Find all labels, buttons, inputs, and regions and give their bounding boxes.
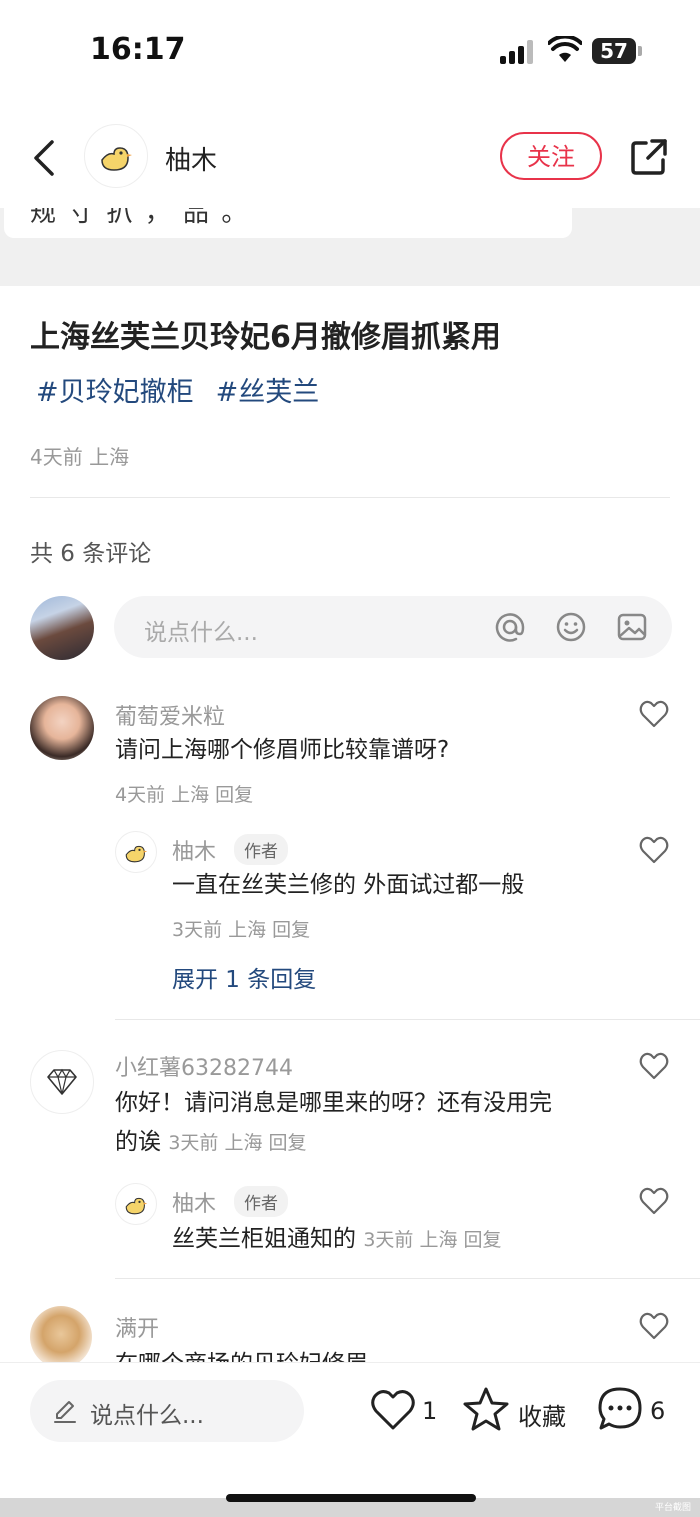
tag-link[interactable]: #丝芙兰 <box>216 377 320 408</box>
post-tags: #贝玲妃撤柜 #丝芙兰 <box>36 370 341 409</box>
author-avatar[interactable] <box>84 124 148 188</box>
reply-meta[interactable]: 3天前 上海 回复 <box>363 1229 501 1251</box>
post-meta: 4天前 上海 <box>30 445 130 469</box>
tag-link[interactable]: #贝玲妃撤柜 <box>36 377 194 408</box>
comment-text-end: 的诶 <box>115 1129 161 1155</box>
follow-button[interactable]: 关注 <box>500 132 602 180</box>
author-badge: 作者 <box>234 834 288 865</box>
commenter-avatar[interactable] <box>30 1050 94 1114</box>
my-avatar <box>30 596 94 660</box>
reply-text: 一直在丝芙兰修的 外面试过都一般 <box>172 872 525 898</box>
battery-icon: 57 <box>592 38 636 64</box>
duck-icon <box>125 845 148 863</box>
reply-author-avatar[interactable] <box>115 1183 157 1225</box>
mention-icon[interactable] <box>494 611 526 643</box>
star-icon[interactable] <box>462 1386 510 1432</box>
like-icon[interactable] <box>639 1052 669 1080</box>
comment-total[interactable]: 6 <box>650 1397 665 1425</box>
like-icon[interactable] <box>639 700 669 728</box>
comment-input-placeholder: 说点什么... <box>144 620 258 646</box>
status-time: 16:17 <box>90 32 186 67</box>
reply-text-line: 丝芙兰柜姐通知的 3天前 上海 回复 <box>172 1220 501 1259</box>
reply-text: 丝芙兰柜姐通知的 <box>172 1226 356 1252</box>
like-count[interactable]: 1 <box>422 1397 437 1425</box>
commenter-name[interactable]: 满开 <box>115 1311 159 1343</box>
home-indicator <box>226 1494 476 1502</box>
comment-meta[interactable]: 4天前 上海 回复 <box>115 780 253 807</box>
comment-count: 共 6 条评论 <box>30 541 152 567</box>
reply-author-avatar[interactable] <box>115 831 157 873</box>
back-icon[interactable] <box>28 138 64 178</box>
reply-author-name[interactable]: 柚木 <box>172 834 216 866</box>
watermark: 平台截图 <box>655 1503 692 1513</box>
like-icon[interactable] <box>639 1312 669 1340</box>
bottom-input-placeholder: 说点什么... <box>90 1403 204 1429</box>
duck-icon <box>125 1197 148 1215</box>
commenter-name[interactable]: 小红薯63282744 <box>115 1050 293 1082</box>
commenter-name[interactable]: 葡萄爱米粒 <box>115 699 225 731</box>
duck-icon <box>101 147 132 171</box>
post-title: 上海丝芙兰贝玲妃6月撤修眉抓紧用 <box>30 320 501 355</box>
author-name[interactable]: 柚木 <box>165 140 217 177</box>
bottom-comment-input[interactable]: 说点什么... <box>30 1380 304 1442</box>
commenter-avatar[interactable] <box>30 696 94 760</box>
comment-text: 你好！请问消息是哪里来的呀？还有没用完 <box>115 1090 552 1116</box>
commenter-avatar[interactable] <box>30 1306 92 1368</box>
like-icon[interactable] <box>639 1187 669 1215</box>
card-remnant-text: 规 寸 扒 ， 品 。 <box>30 208 250 228</box>
reply-author-name[interactable]: 柚木 <box>172 1186 216 1218</box>
battery-tip <box>638 46 642 56</box>
expand-replies-link[interactable]: 展开 1 条回复 <box>172 960 316 994</box>
comment-meta[interactable]: 3天前 上海 回复 <box>168 1132 306 1154</box>
like-post-icon[interactable] <box>370 1388 416 1432</box>
divider <box>115 1019 700 1020</box>
like-icon[interactable] <box>639 836 669 864</box>
image-card-remnant: 规 寸 扒 ， 品 。 <box>4 208 572 238</box>
pencil-icon <box>54 1401 76 1423</box>
comment-text-line2: 的诶 3天前 上海 回复 <box>115 1123 306 1162</box>
comment-text: 请问上海哪个修眉师比较靠谱呀? <box>115 737 450 763</box>
image-icon[interactable] <box>616 611 648 643</box>
wifi-icon <box>548 36 582 62</box>
diamond-icon <box>47 1068 77 1095</box>
collect-label[interactable]: 收藏 <box>518 1397 566 1432</box>
comment-input[interactable]: 说点什么... <box>114 596 672 658</box>
author-badge: 作者 <box>234 1186 288 1217</box>
divider <box>115 1278 700 1279</box>
cellular-signal-icon <box>500 40 538 64</box>
divider <box>30 497 670 498</box>
emoji-icon[interactable] <box>555 611 587 643</box>
comment-bubble-icon[interactable] <box>596 1386 644 1432</box>
reply-meta[interactable]: 3天前 上海 回复 <box>172 915 310 942</box>
share-icon[interactable] <box>630 138 668 176</box>
